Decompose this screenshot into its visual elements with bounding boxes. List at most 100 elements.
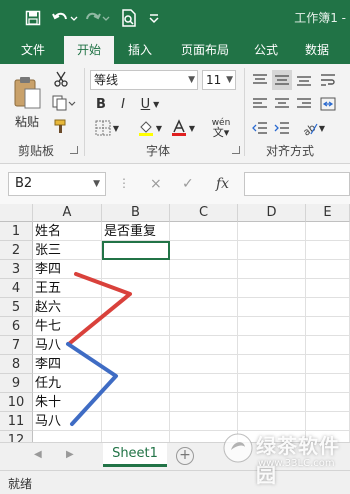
- cell[interactable]: [170, 355, 238, 374]
- cell[interactable]: [238, 355, 306, 374]
- cell[interactable]: [170, 298, 238, 317]
- cell[interactable]: [102, 317, 170, 336]
- cell[interactable]: [170, 260, 238, 279]
- save-icon[interactable]: [24, 8, 42, 28]
- format-painter-icon[interactable]: [52, 118, 70, 136]
- row-header[interactable]: 8: [0, 355, 33, 374]
- cell[interactable]: [170, 336, 238, 355]
- cell[interactable]: [238, 241, 306, 260]
- clipboard-launcher-icon[interactable]: [70, 146, 78, 154]
- name-box[interactable]: B2 ▼: [8, 172, 106, 196]
- customize-icon[interactable]: [148, 8, 160, 28]
- col-header-c[interactable]: C: [170, 204, 238, 222]
- cell[interactable]: 牛七: [33, 317, 102, 336]
- cell[interactable]: [238, 260, 306, 279]
- col-header-b[interactable]: B: [102, 204, 170, 222]
- copy-icon[interactable]: [52, 94, 76, 112]
- row-header[interactable]: 6: [0, 317, 33, 336]
- formula-input[interactable]: [244, 172, 350, 196]
- cell[interactable]: [306, 393, 350, 412]
- scroll-right-icon[interactable]: ▶: [66, 449, 74, 460]
- col-header-a[interactable]: A: [33, 204, 102, 222]
- cell[interactable]: [306, 279, 350, 298]
- select-all-corner[interactable]: [0, 204, 33, 222]
- cell[interactable]: 王五: [33, 279, 102, 298]
- wrap-text-icon[interactable]: [318, 70, 338, 90]
- cell[interactable]: 李四: [33, 355, 102, 374]
- cell[interactable]: [102, 298, 170, 317]
- cell[interactable]: 赵六: [33, 298, 102, 317]
- tab-insert[interactable]: 插入: [118, 36, 162, 64]
- cell[interactable]: 任九: [33, 374, 102, 393]
- row-header[interactable]: 11: [0, 412, 33, 431]
- sheet-tab-sheet1[interactable]: Sheet1: [103, 443, 167, 467]
- cell[interactable]: [306, 355, 350, 374]
- fill-color-button[interactable]: ▼: [134, 118, 166, 138]
- row-header[interactable]: 7: [0, 336, 33, 355]
- cell[interactable]: [102, 393, 170, 412]
- row-header[interactable]: 4: [0, 279, 33, 298]
- undo-icon[interactable]: [52, 8, 78, 28]
- cell[interactable]: [102, 260, 170, 279]
- font-launcher-icon[interactable]: [232, 146, 240, 154]
- cell[interactable]: [306, 241, 350, 260]
- redo-icon[interactable]: [84, 8, 110, 28]
- cell[interactable]: [238, 222, 306, 241]
- cell[interactable]: 张三: [33, 241, 102, 260]
- insert-function-icon[interactable]: fx: [216, 176, 229, 192]
- tab-formulas[interactable]: 公式: [246, 36, 286, 64]
- cell[interactable]: [238, 336, 306, 355]
- tab-home[interactable]: 开始: [64, 36, 114, 64]
- align-bottom-icon[interactable]: [294, 70, 314, 90]
- scroll-left-icon[interactable]: ◀: [34, 449, 42, 460]
- cut-icon[interactable]: [52, 70, 70, 88]
- align-left-icon[interactable]: [250, 94, 270, 114]
- cell[interactable]: 马八: [33, 336, 102, 355]
- cell[interactable]: [238, 298, 306, 317]
- cell[interactable]: [170, 374, 238, 393]
- cell[interactable]: [170, 279, 238, 298]
- merge-center-icon[interactable]: [318, 94, 338, 114]
- cell[interactable]: [170, 241, 238, 260]
- cell[interactable]: [238, 317, 306, 336]
- cell[interactable]: [102, 412, 170, 431]
- tab-data[interactable]: 数据: [296, 36, 338, 64]
- cell[interactable]: 李四: [33, 260, 102, 279]
- print-preview-icon[interactable]: [120, 8, 138, 28]
- align-top-icon[interactable]: [250, 70, 270, 90]
- cell[interactable]: [306, 374, 350, 393]
- cell[interactable]: [170, 222, 238, 241]
- font-color-button[interactable]: ▼: [168, 118, 198, 138]
- cell[interactable]: 朱十: [33, 393, 102, 412]
- cell[interactable]: [102, 279, 170, 298]
- row-header[interactable]: 5: [0, 298, 33, 317]
- cell[interactable]: [306, 222, 350, 241]
- phonetic-button[interactable]: wén 文▾: [206, 116, 236, 140]
- underline-button[interactable]: U ▼: [136, 94, 164, 114]
- cell[interactable]: [306, 298, 350, 317]
- font-name-combo[interactable]: 等线 ▼: [90, 70, 198, 90]
- orientation-icon[interactable]: ab ▼: [298, 118, 328, 138]
- col-header-e[interactable]: E: [306, 204, 350, 222]
- cell[interactable]: [102, 374, 170, 393]
- col-header-d[interactable]: D: [238, 204, 306, 222]
- italic-button[interactable]: I: [114, 94, 132, 114]
- cell[interactable]: [238, 393, 306, 412]
- bold-button[interactable]: B: [92, 94, 110, 114]
- font-size-combo[interactable]: 11 ▼: [202, 70, 236, 90]
- row-header[interactable]: 10: [0, 393, 33, 412]
- cell[interactable]: [102, 336, 170, 355]
- row-header[interactable]: 9: [0, 374, 33, 393]
- enter-icon[interactable]: ✓: [182, 176, 194, 192]
- cell[interactable]: 是否重复: [102, 222, 170, 241]
- align-right-icon[interactable]: [294, 94, 314, 114]
- cell[interactable]: [238, 374, 306, 393]
- cell[interactable]: [306, 336, 350, 355]
- decrease-indent-icon[interactable]: [250, 118, 270, 138]
- tab-file[interactable]: 文件: [8, 36, 58, 64]
- cell[interactable]: 马八: [33, 412, 102, 431]
- align-center-icon[interactable]: [272, 94, 292, 114]
- cancel-icon[interactable]: ×: [150, 176, 162, 192]
- cell[interactable]: [306, 260, 350, 279]
- add-sheet-button[interactable]: +: [176, 447, 194, 465]
